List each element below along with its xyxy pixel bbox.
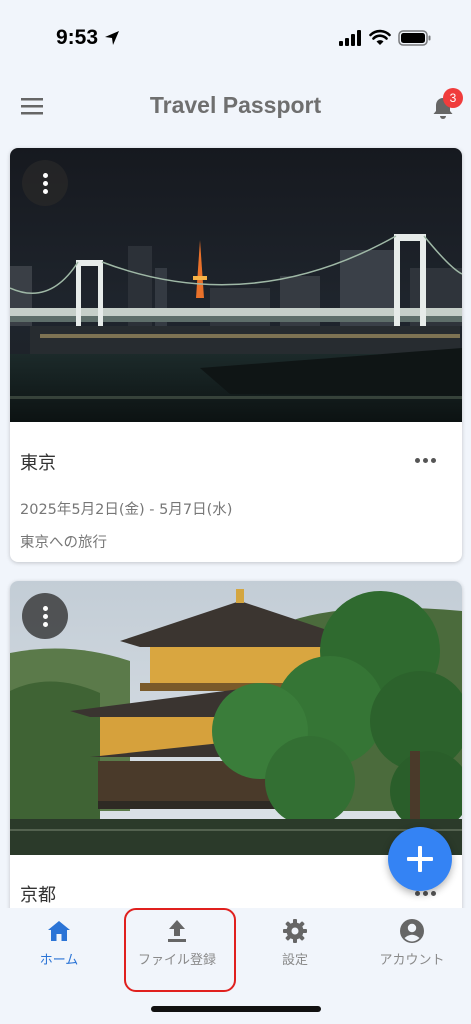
wifi-icon xyxy=(369,29,391,45)
card-dates: 2025年5月2日(金) - 5月7日(水) xyxy=(20,502,233,518)
card-options-button[interactable] xyxy=(22,160,68,206)
app-title: Travel Passport xyxy=(149,92,322,118)
card-title: 東京 xyxy=(20,453,56,474)
card-title: 京都 xyxy=(20,885,56,906)
status-time: 9:53 xyxy=(56,26,99,49)
notification-button[interactable]: 3 xyxy=(430,88,463,124)
cellular-signal-icon xyxy=(339,30,361,46)
nav-item-home[interactable]: ホーム xyxy=(24,918,94,988)
kebab-dot xyxy=(43,622,48,627)
gear-icon xyxy=(283,919,307,943)
more-horizontal-icon[interactable] xyxy=(413,890,437,898)
nav-label-file-upload: ファイル登録 xyxy=(137,952,216,967)
home-indicator xyxy=(151,1006,321,1012)
home-icon xyxy=(48,921,70,941)
nav-label-settings: 設定 xyxy=(281,952,308,967)
add-trip-button[interactable] xyxy=(388,827,452,891)
notification-badge: 3 xyxy=(443,88,463,108)
kebab-dot xyxy=(43,189,48,194)
kebab-dot xyxy=(43,173,48,178)
card-description: 東京への旅行 xyxy=(20,535,107,551)
trip-card-kyoto[interactable]: 京都 xyxy=(10,581,462,941)
card-image-kyoto xyxy=(10,581,462,855)
more-horizontal-icon[interactable] xyxy=(413,457,437,465)
nav-item-settings[interactable]: 設定 xyxy=(260,918,330,988)
kebab-dot xyxy=(43,606,48,611)
kebab-dot xyxy=(43,181,48,186)
kebab-dot xyxy=(43,614,48,619)
upload-icon xyxy=(168,920,186,942)
card-options-button[interactable] xyxy=(22,593,68,639)
status-bar: 9:53 xyxy=(0,0,471,74)
plus-icon xyxy=(407,846,433,872)
nav-label-account: アカウント xyxy=(379,952,445,967)
card-image-tokyo xyxy=(10,148,462,422)
location-arrow-icon xyxy=(105,31,119,45)
battery-icon xyxy=(398,30,431,46)
app-header: Travel Passport 3 xyxy=(0,74,471,140)
trip-card-tokyo[interactable]: 東京 2025年5月2日(金) - 5月7日(水) 東京への旅行 xyxy=(10,148,462,562)
account-circle-icon xyxy=(400,919,424,943)
nav-label-home: ホーム xyxy=(39,952,79,967)
nav-item-file-upload[interactable]: ファイル登録 xyxy=(118,918,236,988)
nav-item-account[interactable]: アカウント xyxy=(366,918,458,988)
